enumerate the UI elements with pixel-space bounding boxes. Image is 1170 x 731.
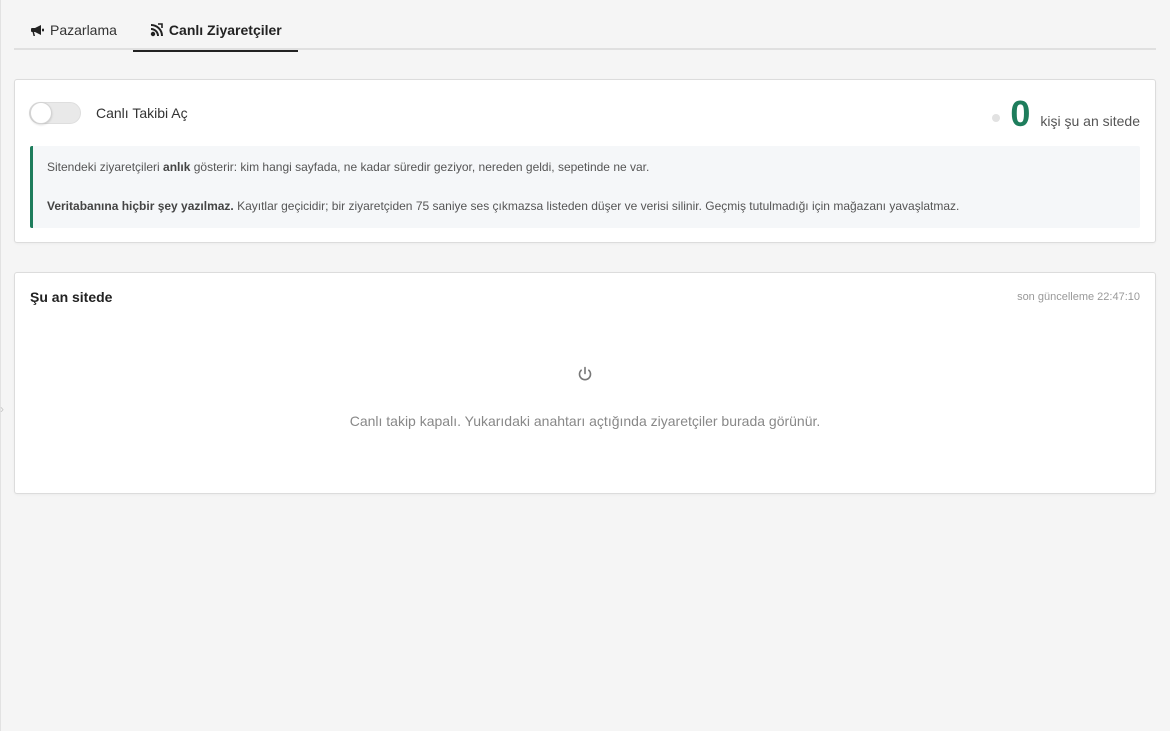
card-title: Şu an sitede [30,289,113,305]
empty-state-text: Canlı takip kapalı. Yukarıdaki anahtarı … [349,413,821,429]
live-signal-icon [149,22,165,38]
last-update-timestamp: son güncelleme 22:47:10 [1017,291,1140,303]
tab-label: Canlı Ziyaretçiler [168,22,282,38]
live-tracking-card: Canlı Takibi Aç 0 kişi şu an sitede Site… [14,79,1156,243]
tab-pazarlama[interactable]: Pazarlama [14,10,133,50]
tab-label: Pazarlama [50,22,117,38]
tab-bar: Pazarlama Canlı Ziyaretçiler [14,10,1156,52]
megaphone-icon [30,22,46,38]
power-icon [576,365,594,383]
info-line-1: Sitendeki ziyaretçileri anlık gösterir: … [47,160,650,174]
live-tracking-toggle[interactable] [29,102,81,124]
info-line-2: Veritabanına hiçbir şey yazılmaz. Kayıtl… [47,199,960,213]
current-visitors-card: Şu an sitede son güncelleme 22:47:10 Can… [14,272,1156,494]
live-toggle-row: Canlı Takibi Aç [29,102,188,124]
sidebar-expand-chevron-icon[interactable]: › [0,402,8,416]
toggle-knob [30,102,52,124]
tab-canli-ziyaretciler[interactable]: Canlı Ziyaretçiler [132,10,298,52]
visitor-counter: 0 kişi şu an sitede [992,94,1140,134]
info-notice: Sitendeki ziyaretçileri anlık gösterir: … [30,146,1140,228]
visitor-count: 0 [1010,93,1031,134]
live-toggle-label: Canlı Takibi Aç [96,105,188,121]
visitor-count-label: kişi şu an sitede [1040,113,1140,129]
sidebar-edge [0,0,1,731]
status-dot-icon [992,114,1001,122]
